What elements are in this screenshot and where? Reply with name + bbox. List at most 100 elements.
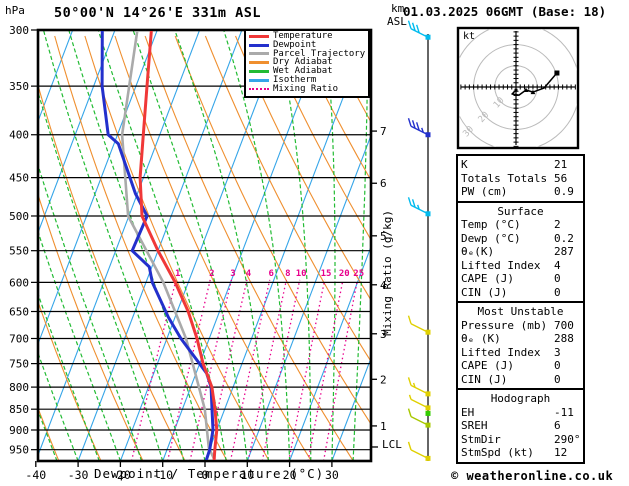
svg-text:850: 850 bbox=[9, 403, 29, 416]
stat-value: 3 bbox=[554, 346, 561, 360]
stat-row: Dewp (°C)0.2 bbox=[461, 232, 580, 246]
stat-value: 287 bbox=[554, 245, 574, 259]
stat-row: θₑ(K) 287 bbox=[461, 245, 580, 259]
stat-label: CIN (J) bbox=[461, 373, 507, 386]
svg-text:6: 6 bbox=[380, 177, 387, 190]
stat-value: 4 bbox=[554, 259, 561, 273]
pressure-tick-labels: 3003504004505005506006507007508008509009… bbox=[9, 24, 29, 457]
svg-text:750: 750 bbox=[9, 358, 29, 371]
stat-value: 12 bbox=[554, 446, 567, 460]
mixing-ratio-labels: 12346810152025 bbox=[175, 269, 364, 279]
stat-row: StmSpd (kt) 12 bbox=[461, 446, 580, 460]
dewpoint-line-swatch bbox=[249, 44, 269, 47]
stats-column: K21 Totals Totals56 PW (cm)0.9 Surface T… bbox=[456, 154, 585, 464]
panel-title: Most Unstable bbox=[461, 305, 580, 319]
panel-title: Hodograph bbox=[461, 392, 580, 406]
stat-label: SREH bbox=[461, 419, 488, 432]
svg-text:700: 700 bbox=[9, 332, 29, 345]
mixing-ratio-axis-label: Mixing Ratio (g/kg) bbox=[381, 210, 394, 336]
panel-title: Surface bbox=[461, 205, 580, 219]
legend: Temperature Dewpoint Parcel Trajectory D… bbox=[244, 29, 370, 98]
svg-text:2: 2 bbox=[209, 269, 214, 279]
stat-value: -11 bbox=[554, 406, 574, 420]
stat-label: K bbox=[461, 158, 468, 171]
svg-text:20: 20 bbox=[339, 269, 350, 279]
stat-row: K21 bbox=[461, 158, 580, 172]
svg-text:-30: -30 bbox=[68, 468, 89, 482]
svg-text:8: 8 bbox=[285, 269, 290, 279]
stat-label: CAPE (J) bbox=[461, 272, 514, 285]
sounding-screenshot: 1234681015202530035040045050055060065070… bbox=[0, 0, 629, 486]
svg-text:6: 6 bbox=[268, 269, 273, 279]
svg-text:2: 2 bbox=[380, 373, 387, 386]
pressure-unit-label: hPa bbox=[5, 4, 25, 17]
stat-label: PW (cm) bbox=[461, 185, 507, 198]
svg-text:15: 15 bbox=[321, 269, 332, 279]
stat-value: 700 bbox=[554, 319, 574, 333]
stat-value: 2 bbox=[554, 218, 561, 232]
stat-label: StmSpd (kt) bbox=[461, 446, 534, 459]
mixing-ratio-line-swatch bbox=[249, 88, 269, 90]
stat-label: Lifted Index bbox=[461, 346, 540, 359]
stat-row: Temp (°C) 2 bbox=[461, 218, 580, 232]
copyright: © weatheronline.co.uk bbox=[451, 469, 613, 483]
stat-row: CAPE (J)0 bbox=[461, 359, 580, 373]
legend-item-mixing-ratio: Mixing Ratio bbox=[249, 85, 368, 94]
stat-label: StmDir bbox=[461, 433, 501, 446]
svg-text:350: 350 bbox=[9, 80, 29, 93]
lcl-label: LCL bbox=[382, 438, 402, 451]
wet-adiabat-line-swatch bbox=[249, 70, 269, 73]
stat-label: Pressure (mb) bbox=[461, 319, 547, 332]
stat-value: 290° bbox=[554, 433, 581, 447]
svg-text:7: 7 bbox=[380, 125, 387, 138]
legend-label: Mixing Ratio bbox=[273, 85, 338, 94]
stat-label: Lifted Index bbox=[461, 259, 540, 272]
stats-panel-surface: Surface Temp (°C) 2 Dewp (°C)0.2 θₑ(K) 287… bbox=[456, 201, 585, 304]
svg-text:-40: -40 bbox=[25, 468, 46, 482]
svg-text:1: 1 bbox=[380, 420, 387, 433]
svg-text:600: 600 bbox=[9, 276, 29, 289]
stat-value: 0 bbox=[554, 272, 561, 286]
svg-text:300: 300 bbox=[9, 24, 29, 37]
svg-text:10: 10 bbox=[296, 269, 307, 279]
stat-label: θₑ (K) bbox=[461, 332, 501, 345]
isotherm-line-swatch bbox=[249, 79, 269, 82]
stat-value: 0 bbox=[554, 359, 561, 373]
svg-text:900: 900 bbox=[9, 424, 29, 437]
stat-row: CAPE (J) 0 bbox=[461, 272, 580, 286]
stat-label: Temp (°C) bbox=[461, 218, 521, 231]
svg-text:450: 450 bbox=[9, 172, 29, 185]
stat-row: Lifted Index 3 bbox=[461, 346, 580, 360]
stats-panel-hodograph: Hodograph EH -11 SREH6 StmDir 290° StmSpd … bbox=[456, 388, 585, 464]
dry-adiabat-line-swatch bbox=[249, 61, 269, 64]
stats-panel-indices: K21 Totals Totals56 PW (cm)0.9 bbox=[456, 154, 585, 203]
stat-row: θₑ (K) 288 bbox=[461, 332, 580, 346]
stat-row: CIN (J) 0 bbox=[461, 286, 580, 300]
svg-text:1: 1 bbox=[175, 269, 180, 279]
stat-value: 0 bbox=[554, 373, 561, 387]
stat-row: PW (cm) 0.9 bbox=[461, 185, 580, 199]
stat-label: θₑ(K) bbox=[461, 245, 494, 258]
svg-text:25: 25 bbox=[353, 269, 364, 279]
hodograph: 102030 bbox=[452, 23, 579, 150]
stat-row: CIN (J) 0 bbox=[461, 373, 580, 387]
stat-value: 0 bbox=[554, 286, 561, 300]
stat-row: StmDir 290° bbox=[461, 433, 580, 447]
stat-row: SREH6 bbox=[461, 419, 580, 433]
stat-label: EH bbox=[461, 406, 474, 419]
station-title: 50°00'N 14°26'E 331m ASL bbox=[54, 5, 261, 21]
stat-row: EH -11 bbox=[461, 406, 580, 420]
svg-text:30: 30 bbox=[325, 468, 339, 482]
svg-text:550: 550 bbox=[9, 245, 29, 258]
svg-text:650: 650 bbox=[9, 306, 29, 319]
stat-value: 0.9 bbox=[554, 185, 574, 199]
datetime-title: 01.03.2025 06GMT (Base: 18) bbox=[403, 4, 606, 19]
svg-text:400: 400 bbox=[9, 129, 29, 142]
svg-text:4: 4 bbox=[246, 269, 252, 279]
stat-value: 288 bbox=[554, 332, 574, 346]
stat-value: 0.2 bbox=[554, 232, 574, 246]
hodograph-kt-label: kt bbox=[463, 31, 475, 42]
temperature-line-swatch bbox=[249, 35, 269, 38]
stat-row: Pressure (mb) 700 bbox=[461, 319, 580, 333]
stat-label: CIN (J) bbox=[461, 286, 507, 299]
